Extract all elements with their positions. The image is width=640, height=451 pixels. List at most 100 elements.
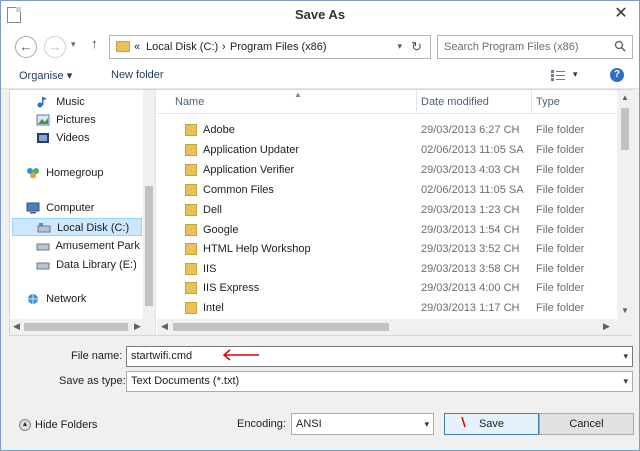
help-button[interactable]: ? [610,68,624,82]
list-item[interactable]: Application Updater 02/06/2013 11:05 SA Fi… [157,140,617,160]
scroll-right-icon[interactable]: ▶ [134,321,141,332]
file-name: Adobe [203,124,235,136]
chevron-down-icon[interactable]: ▾ [623,376,628,387]
list-item[interactable]: IIS 29/03/2013 3:58 CH File folder [157,259,617,279]
scrollbar-thumb[interactable] [24,323,128,331]
navigation-bar: ← → ▾ ↑ « Local Disk (C:) › Program File… [1,29,639,63]
computer-icon [26,202,40,214]
encoding-select[interactable]: ANSI ▾ [291,413,434,435]
scroll-up-icon[interactable]: ▲ [621,93,629,102]
save-button[interactable]: Save [444,413,539,435]
sidebar-item-pictures[interactable]: Pictures [36,111,96,129]
list-item[interactable]: Dell 29/03/2013 1:23 CH File folder [157,200,617,220]
sidebar-item-homegroup[interactable]: Homegroup [26,164,104,182]
up-button[interactable]: ↑ [91,36,98,51]
file-list-horizontal-scrollbar[interactable]: ◀ ▶ [157,319,617,335]
command-toolbar: Organise ▾ New folder ▾ ? [1,63,639,89]
scroll-left-icon[interactable]: ◀ [13,321,20,332]
save-as-dialog: Save As ✕ ← → ▾ ↑ « Local Disk (C:) › Pr… [0,0,640,451]
hide-folders-button[interactable]: ▲ Hide Folders [19,419,97,432]
list-item[interactable]: Adobe 29/03/2013 6:27 CH File folder [157,120,617,140]
view-dropdown-icon[interactable]: ▾ [573,69,578,80]
file-date: 29/03/2013 1:23 CH [421,204,520,216]
file-date: 02/06/2013 11:05 SA [421,144,524,156]
address-bar[interactable]: « Local Disk (C:) › Program Files (x86) … [109,35,431,59]
file-date: 29/03/2013 3:58 CH [421,263,520,275]
sidebar-item-label: Amusement Park (I [55,240,150,252]
view-options-icon[interactable] [551,70,565,81]
save-as-type-select[interactable]: Text Documents (*.txt) ▾ [126,371,633,392]
organise-button[interactable]: Organise ▾ [19,69,72,82]
file-date: 29/03/2013 3:52 CH [421,243,520,255]
refresh-button[interactable]: ↻ [411,39,422,55]
column-divider[interactable] [416,90,417,114]
column-header: ▲ Name Date modified Type [157,90,633,114]
chevron-down-icon[interactable]: ▾ [424,419,429,430]
sidebar-item-data-library[interactable]: Data Library (E:) [36,256,137,274]
scroll-left-icon[interactable]: ◀ [161,321,168,332]
search-input[interactable]: Search Program Files (x86) [437,35,633,59]
sidebar-horizontal-scrollbar[interactable]: ◀ ▶ [10,319,155,335]
back-button[interactable]: ← [15,36,37,58]
file-name-value: startwifi.cmd [131,350,193,362]
title-bar: Save As ✕ [1,1,639,29]
network-icon [28,294,38,305]
scrollbar-thumb[interactable] [145,186,153,306]
sidebar-item-computer[interactable]: Computer [26,199,94,217]
address-overflow[interactable]: « [134,41,140,53]
list-item[interactable]: HTML Help Workshop 29/03/2013 3:52 CH File… [157,239,617,259]
column-date-modified[interactable]: Date modified [421,96,489,108]
list-item[interactable]: Google 29/03/2013 1:54 CH File folder [157,220,617,240]
address-separator[interactable]: › [222,41,226,53]
file-date: 02/06/2013 11:05 SA [421,184,524,196]
new-folder-button[interactable]: New folder [111,69,164,81]
videos-icon [37,133,49,144]
file-list[interactable]: ▲ Name Date modified Type Adobe 29/03/201… [157,90,633,335]
chevron-down-icon[interactable]: ▾ [623,351,628,362]
sidebar-item-music[interactable]: Music [36,93,85,111]
forward-button[interactable]: → [44,36,66,58]
recent-locations-dropdown[interactable]: ▾ [71,39,76,50]
folder-icon [185,224,197,236]
cancel-button[interactable]: Cancel [539,413,634,435]
sidebar-item-network[interactable]: Network [26,290,86,308]
file-type: File folder [536,184,585,196]
scrollbar-thumb[interactable] [621,108,629,150]
file-type: File folder [536,204,585,216]
sidebar-item-local-disk[interactable]: Local Disk (C:) [12,218,142,236]
address-dropdown-icon[interactable]: ▾ [397,41,402,52]
sidebar-item-label: Network [46,293,87,305]
scrollbar-thumb[interactable] [173,323,389,331]
sidebar-vertical-scrollbar[interactable] [143,90,155,319]
file-type: File folder [536,144,585,156]
address-segment-local-disk[interactable]: Local Disk (C:) [146,41,218,53]
list-item[interactable]: Application Verifier 29/03/2013 4:03 CH Fi… [157,160,617,180]
navigation-pane[interactable]: Music Pictures Videos Homegroup Computer… [10,90,156,335]
column-divider[interactable] [531,90,532,114]
list-item[interactable]: IIS Express 29/03/2013 4:00 CH File folder [157,278,617,298]
file-name: IIS [203,263,217,275]
list-item[interactable]: Intel 29/03/2013 1:17 CH File folder [157,298,617,318]
file-date: 29/03/2013 4:03 CH [421,164,520,176]
address-segment-program-files[interactable]: Program Files (x86) [230,41,327,53]
column-type[interactable]: Type [536,96,560,108]
sidebar-item-videos[interactable]: Videos [36,129,90,147]
file-name: Google [203,224,239,236]
folder-icon [185,243,197,255]
file-date: 29/03/2013 6:27 CH [421,124,520,136]
file-list-vertical-scrollbar[interactable]: ▲ ▼ [617,90,633,319]
file-date: 29/03/2013 1:54 CH [421,224,520,236]
file-name: Application Updater [203,144,300,156]
encoding-label: Encoding: [237,418,286,430]
folder-icon [116,41,130,52]
scroll-down-icon[interactable]: ▼ [621,306,629,315]
sidebar-item-amusement-park[interactable]: Amusement Park (I [36,237,150,255]
folder-icon [185,263,197,275]
close-button[interactable]: ✕ [611,5,631,23]
file-name-input[interactable]: startwifi.cmd ▾ [126,346,633,367]
annotation-mark-icon [461,416,466,428]
scroll-right-icon[interactable]: ▶ [603,321,610,332]
list-item[interactable]: Common Files 02/06/2013 11:05 SA File fold… [157,180,617,200]
file-name: Intel [203,302,224,314]
column-name[interactable]: Name [175,96,204,108]
